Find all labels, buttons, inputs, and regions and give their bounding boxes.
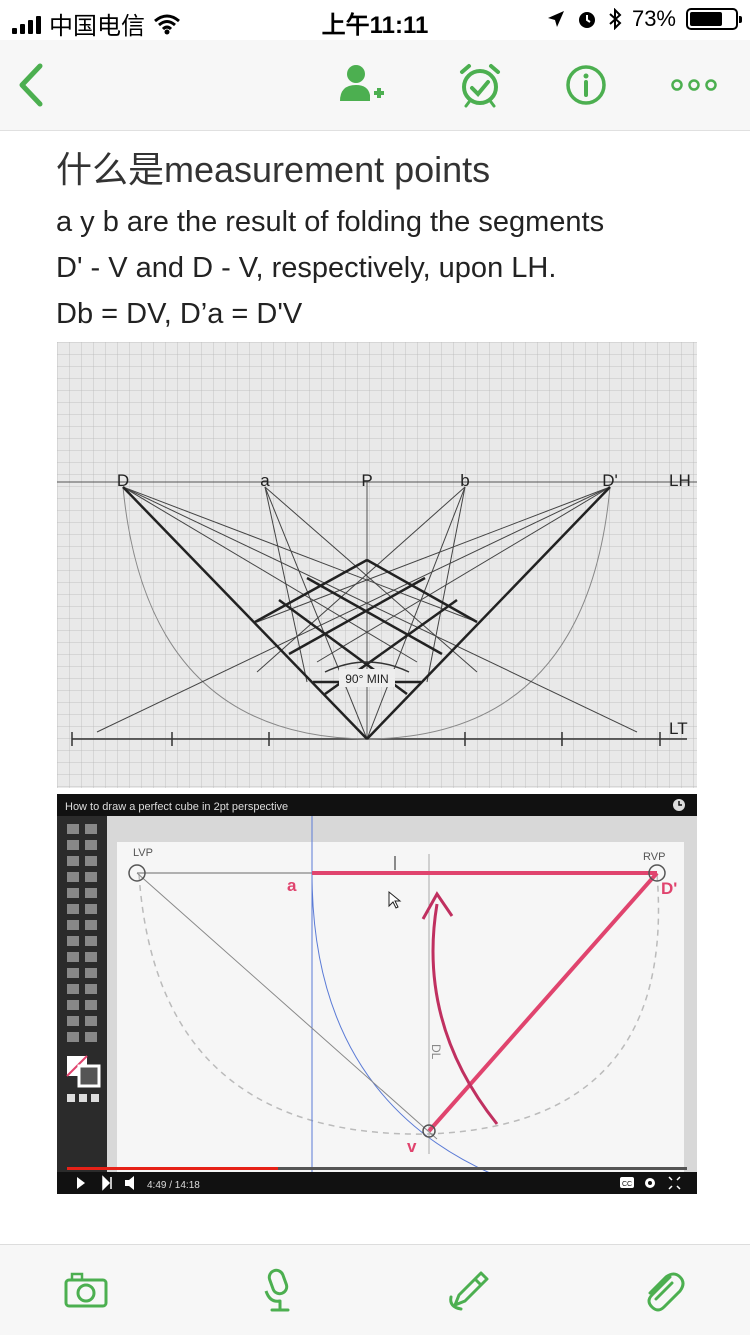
video-title: How to draw a perfect cube in 2pt perspe… [65,801,288,813]
add-person-icon [340,65,384,101]
label-rvp: RVP [643,851,665,863]
back-button[interactable] [6,60,56,110]
camera-button[interactable] [61,1265,111,1315]
label-a: a [260,471,270,490]
pen-icon [449,1271,489,1311]
measurement-points-diagram[interactable]: 90° MIN D a P b D' LH LT [57,342,697,788]
note-line: Db = DV, D’a = D'V [56,298,303,330]
settings-gear-icon[interactable] [645,1178,655,1188]
attachment-button[interactable] [638,1265,688,1315]
label-lt: LT [669,719,688,738]
status-bar: 中国电信 上午11:11 73% [0,0,750,40]
more-button[interactable] [669,60,719,110]
angle-label: 90° MIN [345,672,388,686]
bottom-toolbar [0,1244,750,1335]
label-v: v [407,1137,417,1156]
video-player[interactable]: How to draw a perfect cube in 2pt perspe… [57,794,697,1194]
back-chevron-icon [19,63,43,107]
note-line: D' - V and D - V, respectively, upon LH. [56,252,557,284]
share-person-button[interactable] [337,60,387,110]
label-b: b [460,471,469,490]
video-time: 4:49 / 14:18 [147,1180,200,1191]
note-body[interactable]: a y b are the result of folding the segm… [56,199,706,337]
paperclip-icon [647,1272,685,1312]
alarm-clock-icon [460,64,500,108]
note-line: a y b are the result of folding the segm… [56,206,605,238]
microphone-icon [264,1268,290,1312]
battery-percent: 73% [631,6,676,31]
reminder-button[interactable] [455,60,505,110]
label-dl: DL [429,1044,443,1060]
info-button[interactable] [561,60,611,110]
audio-button[interactable] [253,1265,303,1315]
label-lh: LH [669,471,691,490]
nav-bar [0,40,750,131]
sketch-button[interactable] [445,1265,495,1315]
label-dprime: D' [661,879,677,898]
alarm-icon [578,12,595,28]
captions-button[interactable]: CC [620,1177,634,1188]
label-dprime: D' [602,471,618,490]
clock-icon [673,799,685,811]
label-lvp: LVP [133,847,153,859]
camera-icon [64,1272,108,1308]
note-title[interactable]: 什么是measurement points [56,141,490,193]
captions-label: CC [622,1181,632,1188]
info-icon [566,65,606,105]
label-p: P [361,471,372,490]
more-dots-icon [671,79,717,91]
label-d: D [117,471,129,490]
note-content: 什么是measurement points a y b are the resu… [0,131,750,1243]
battery-icon [686,8,742,30]
bluetooth-icon [609,8,622,30]
label-a: a [287,876,297,895]
location-arrow-icon [547,11,564,27]
